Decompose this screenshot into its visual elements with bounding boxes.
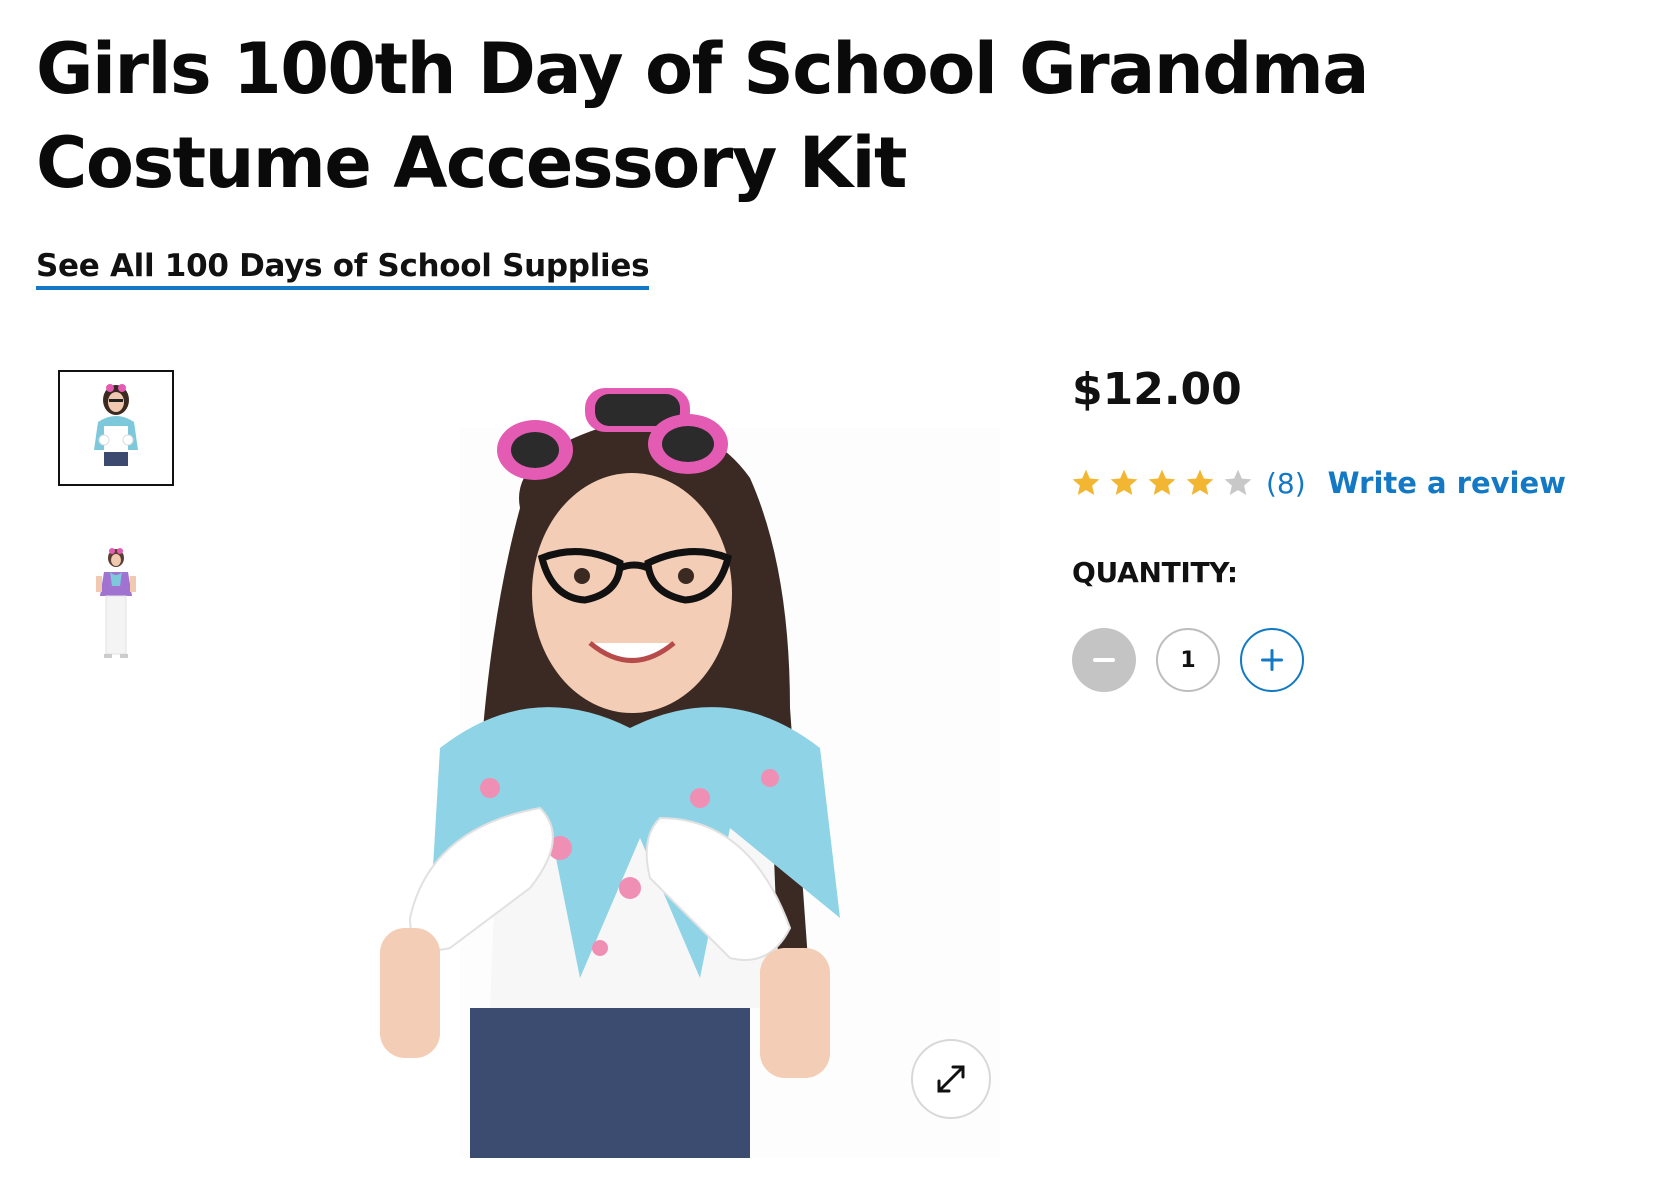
plus-icon <box>1261 649 1283 671</box>
expand-image-button[interactable] <box>911 1039 991 1119</box>
increase-quantity-button[interactable] <box>1240 628 1304 692</box>
star-filled-icon <box>1110 469 1138 495</box>
thumbnail-list <box>58 370 174 722</box>
product-rating: (8) Write a review <box>1070 466 1566 500</box>
girl-grandma-costume-image <box>380 388 1000 1158</box>
quantity-label: QUANTITY: <box>1072 556 1238 589</box>
star-rating[interactable] <box>1070 467 1254 499</box>
main-product-image[interactable] <box>370 368 1020 1158</box>
thumbnail-2[interactable] <box>58 546 174 662</box>
expand-icon <box>937 1065 965 1093</box>
review-count[interactable]: (8) <box>1266 467 1306 500</box>
quantity-input[interactable] <box>1156 628 1220 692</box>
star-filled-icon <box>1072 469 1100 495</box>
quantity-stepper <box>1072 628 1304 692</box>
minus-icon <box>1093 658 1115 662</box>
star-empty-icon <box>1224 469 1252 495</box>
product-title: Girls 100th Day of School Grandma Costum… <box>36 28 1370 204</box>
thumbnail-1[interactable] <box>58 370 174 486</box>
product-price: $12.00 <box>1072 364 1242 415</box>
decrease-quantity-button[interactable] <box>1072 628 1136 692</box>
see-all-supplies-link[interactable]: See All 100 Days of School Supplies <box>36 246 650 290</box>
write-review-link[interactable]: Write a review <box>1328 466 1566 500</box>
thumbnail-girl-full-image <box>86 546 146 662</box>
star-filled-icon <box>1186 469 1214 495</box>
thumbnail-girl-image <box>76 378 156 478</box>
star-filled-icon <box>1148 469 1176 495</box>
